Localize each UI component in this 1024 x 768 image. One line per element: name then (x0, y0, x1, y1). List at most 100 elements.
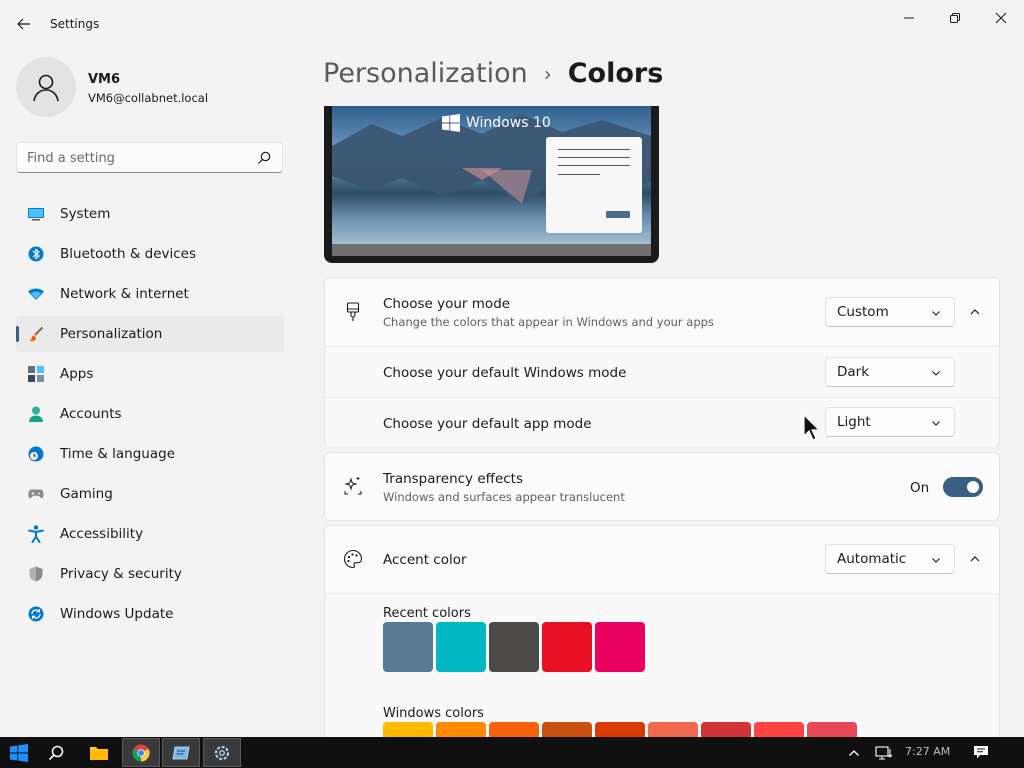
close-icon (995, 12, 1007, 24)
sidebar-item-label: Gaming (60, 486, 113, 502)
sidebar-item-label: Time & language (60, 446, 176, 462)
transparency-subtitle: Windows and surfaces appear translucent (383, 490, 625, 504)
breadcrumb-separator: › (543, 61, 552, 86)
sidebar-item-bluetooth[interactable]: Bluetooth & devices (16, 236, 284, 272)
chrome-icon (132, 744, 150, 762)
sidebar-item-label: Accounts (60, 406, 122, 422)
app-title: Settings (50, 17, 100, 31)
sidebar-item-label: Apps (60, 366, 94, 382)
chevron-up-icon (970, 556, 980, 562)
windows-logo-icon (442, 114, 460, 132)
mode-card: Choose your mode Change the colors that … (324, 277, 1000, 447)
transparency-toggle[interactable] (943, 477, 983, 497)
recent-color-swatch[interactable] (436, 622, 486, 672)
sidebar-item-apps[interactable]: Apps (16, 356, 284, 392)
chevron-down-icon (932, 371, 940, 376)
avatar[interactable] (16, 57, 76, 117)
sidebar-item-accessibility[interactable]: Accessibility (16, 516, 284, 552)
transparency-title: Transparency effects (383, 471, 523, 487)
settings-gear-icon (214, 745, 230, 760)
recent-color-swatch[interactable] (595, 622, 645, 672)
minimize-button[interactable] (886, 4, 932, 32)
preview-logo-text: Windows 10 (466, 115, 551, 131)
mode-dropdown-value: Custom (837, 304, 889, 320)
gamepad-icon (28, 486, 44, 502)
restore-icon (950, 13, 960, 23)
search-icon (48, 745, 64, 760)
recent-color-swatch[interactable] (383, 622, 433, 672)
mode-subtitle: Change the colors that appear in Windows… (383, 315, 714, 329)
page-title: Colors (567, 58, 664, 89)
profile-email: VM6@collabnet.local (88, 91, 209, 105)
sidebar-item-privacy[interactable]: Privacy & security (16, 556, 284, 592)
sidebar-item-windows-update[interactable]: Windows Update (16, 596, 284, 632)
sidebar-item-gaming[interactable]: Gaming (16, 476, 284, 512)
windows-mode-row: Choose your default Windows mode Dark (325, 347, 999, 397)
network-status-button[interactable] (866, 738, 902, 767)
back-button[interactable] (10, 10, 38, 38)
sidebar-item-system[interactable]: System (16, 196, 284, 232)
accent-collapse-button[interactable] (962, 546, 988, 572)
back-arrow-icon (17, 18, 30, 30)
sidebar-item-accounts[interactable]: Accounts (16, 396, 284, 432)
windows-mode-value: Dark (837, 364, 870, 380)
taskbar-settings[interactable] (203, 738, 241, 767)
breadcrumb: Personalization › Colors (323, 58, 663, 89)
chevron-up-icon (849, 749, 859, 756)
mode-row[interactable]: Choose your mode Change the colors that … (325, 278, 999, 346)
shield-icon (28, 566, 44, 582)
recent-color-swatch[interactable] (489, 622, 539, 672)
sidebar-item-personalization[interactable]: Personalization (16, 316, 284, 352)
mode-collapse-button[interactable] (962, 299, 988, 325)
sidebar-item-network[interactable]: Network & internet (16, 276, 284, 312)
app-mode-label: Choose your default app mode (383, 416, 592, 432)
sidebar-item-time-language[interactable]: Time & language (16, 436, 284, 472)
windows-colors-label: Windows colors (383, 706, 484, 721)
taskbar-file-explorer[interactable] (80, 738, 118, 767)
update-icon (28, 606, 44, 622)
system-icon (28, 206, 44, 222)
windows-mode-dropdown[interactable]: Dark (825, 357, 955, 387)
sidebar-item-label: Bluetooth & devices (60, 246, 197, 262)
theme-preview: Windows 10 (324, 106, 659, 263)
taskbar-clock[interactable]: 7:27 AM (905, 745, 950, 758)
accounts-icon (28, 406, 44, 422)
transparency-card: Transparency effects Windows and surface… (324, 452, 1000, 521)
taskbar-app-window[interactable] (162, 738, 200, 767)
preview-window (546, 137, 642, 233)
notifications-button[interactable] (962, 738, 1000, 767)
app-mode-dropdown[interactable]: Light (825, 407, 955, 437)
minimize-icon (904, 17, 914, 19)
search-input[interactable] (27, 149, 247, 167)
taskbar-chrome[interactable] (122, 738, 160, 767)
sidebar-nav: System Bluetooth & devices Network & int… (16, 196, 284, 636)
recent-colors-label: Recent colors (383, 606, 471, 621)
search-box[interactable] (16, 142, 283, 173)
brush-icon (28, 326, 44, 342)
chevron-down-icon (932, 311, 940, 316)
accent-dropdown[interactable]: Automatic (825, 544, 955, 574)
preview-logo: Windows 10 (442, 114, 551, 132)
app-mode-row: Choose your default app mode Light (325, 398, 999, 447)
restore-button[interactable] (932, 4, 978, 32)
breadcrumb-parent[interactable]: Personalization (323, 58, 528, 89)
accent-sub-settings: Recent colors Windows colors (325, 594, 999, 768)
sparkle-icon (343, 476, 363, 496)
palette-icon (343, 549, 363, 569)
start-button[interactable] (0, 738, 38, 767)
profile-name: VM6 (88, 72, 121, 87)
sidebar-item-label: Accessibility (60, 526, 144, 542)
app-window-icon (172, 746, 190, 759)
mode-sub-settings: Choose your default Windows mode Dark Ch… (325, 347, 999, 447)
mode-dropdown[interactable]: Custom (825, 297, 955, 327)
accent-row[interactable]: Accent color Automatic (325, 526, 999, 593)
sidebar-item-label: Windows Update (60, 606, 174, 622)
sidebar-item-label: System (60, 206, 111, 222)
title-bar: Settings (0, 0, 1024, 48)
sidebar-item-label: Privacy & security (60, 566, 182, 582)
close-button[interactable] (978, 4, 1024, 32)
search-icon[interactable] (256, 150, 272, 166)
bluetooth-icon (28, 246, 44, 262)
recent-color-swatch[interactable] (542, 622, 592, 672)
taskbar-search-button[interactable] (37, 738, 75, 767)
